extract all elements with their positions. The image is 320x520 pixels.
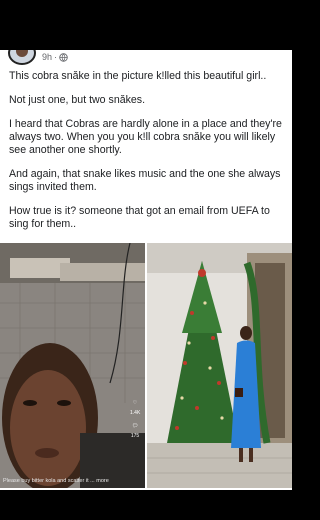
post-paragraph: How true is it? someone that got an emai… — [9, 205, 270, 230]
post-time[interactable]: 9h — [42, 52, 52, 62]
post-paragraph: Not just one, but two snăkes. — [9, 94, 146, 106]
video-thumbnail[interactable]: ♡ 1.4K 💬︎ 175 Please buy bitter kola and… — [0, 243, 145, 488]
post-paragraph: This cobra snăke in the picture k!lled t… — [9, 70, 267, 82]
photo-scene — [147, 243, 292, 488]
video-frame — [0, 243, 145, 488]
author-avatar[interactable] — [8, 50, 36, 65]
comment-count: 175 — [130, 433, 140, 439]
photo-thumbnail[interactable] — [147, 243, 292, 488]
comment-icon[interactable]: 💬︎ — [130, 423, 140, 429]
like-icon[interactable]: ♡ — [130, 400, 140, 406]
like-count: 1.4K — [130, 410, 141, 416]
meta-separator: · — [54, 52, 58, 62]
post-media: ♡ 1.4K 💬︎ 175 Please buy bitter kola and… — [0, 243, 292, 490]
globe-icon — [59, 52, 68, 62]
post-header: 9h · — [8, 50, 284, 68]
post-meta: 9h · — [42, 52, 68, 62]
facebook-post: 9h · This cobra snăke in the picture k!l… — [0, 50, 292, 490]
video-caption[interactable]: Please buy bitter kola and scatter it ..… — [3, 478, 109, 484]
post-body: This cobra snăke in the picture k!lled t… — [9, 70, 287, 242]
post-paragraph: And again, that snake likes music and th… — [9, 168, 281, 193]
post-paragraph: I heard that Cobras are hardly alone in … — [9, 118, 282, 156]
